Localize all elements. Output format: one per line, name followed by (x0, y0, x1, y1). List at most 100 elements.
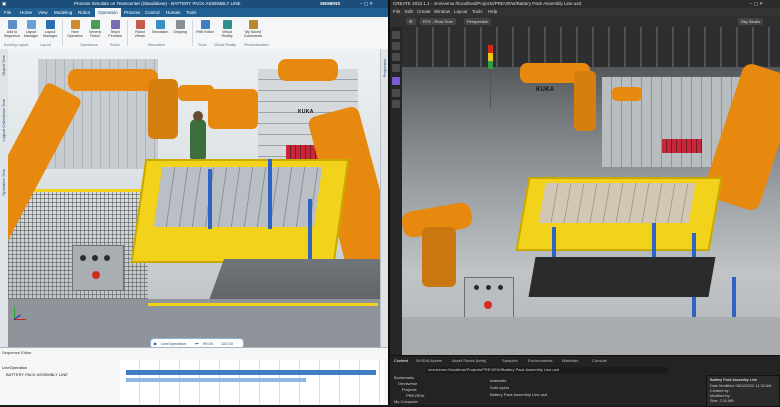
select-tool-icon[interactable] (392, 31, 400, 39)
signal-pole (490, 69, 491, 109)
file-item[interactable]: Battery Pack Assembly Line.usd (490, 392, 547, 397)
modified-by: Modified by: (710, 394, 731, 398)
tab-robot[interactable]: Robot (78, 10, 90, 15)
operation-tree-tab[interactable]: Operation Tree (1, 169, 6, 196)
kuka-robot-base (574, 71, 596, 131)
tree-item[interactable]: Projects (402, 387, 416, 392)
kuka-logo: KUKA (298, 109, 314, 115)
add-to-sequence-button[interactable]: Add to Sequence (3, 20, 21, 38)
scale-tool-icon[interactable] (392, 64, 400, 72)
tab-human[interactable]: Human (166, 10, 181, 15)
folder-item[interactable]: materials (490, 378, 506, 383)
tab-home[interactable]: Home (20, 10, 32, 15)
path-field[interactable]: omniverse://localhost/Projects/PREVIEW/B… (426, 367, 668, 373)
ribbon-tabs: File Home View Modeling Robot Operation … (0, 8, 388, 17)
tab-console[interactable]: Console (592, 358, 607, 363)
tab-samples[interactable]: Samples (502, 358, 518, 363)
saved-commands-button[interactable]: My Saved Commands (240, 20, 266, 38)
tab-content[interactable]: Content (394, 358, 408, 363)
object-tree-tab[interactable]: Object Tree (1, 55, 6, 76)
play-icon[interactable] (392, 89, 400, 97)
tree-item[interactable]: Bookmarks (394, 375, 414, 380)
tab-file[interactable]: File (4, 10, 11, 15)
render-mode-dropdown[interactable]: RTX - Real-Time (420, 18, 456, 25)
ribbon-separator (127, 20, 128, 46)
rotate-tool-icon[interactable] (392, 53, 400, 61)
tab-tools[interactable]: Tools (186, 10, 197, 15)
gantt-bar[interactable] (126, 370, 376, 375)
current-operation-label: LineOperation (161, 341, 187, 346)
move-tool-icon[interactable] (392, 42, 400, 50)
tab-process[interactable]: Process (124, 10, 140, 15)
group-label: Existing Layout (4, 43, 29, 47)
properties-tab[interactable]: Properties (382, 59, 387, 77)
control-button (498, 285, 503, 290)
menu-help[interactable]: Help (488, 9, 497, 14)
kuka-robot-arm (208, 89, 258, 129)
process-simulate-window: ▣ Process Simulate on Teamcenter (Standa… (0, 0, 389, 405)
sequence-row[interactable]: BATTERY PACK ASSEMBLY LINE (6, 372, 68, 377)
group-label: Robot (110, 43, 120, 47)
gantt-chart[interactable] (120, 360, 384, 404)
settings-icon[interactable]: ⚙ (406, 18, 416, 25)
play-icon[interactable]: ▶ (154, 341, 157, 346)
ceiling-trusses (402, 27, 780, 67)
path-icon (200, 20, 210, 29)
window-controls[interactable]: – ▢ ✕ (360, 1, 373, 7)
robot-viewer-button[interactable]: Robot Viewer (131, 20, 149, 38)
tree-item[interactable]: Omniverse (398, 381, 417, 386)
menu-file[interactable]: File (393, 9, 400, 14)
menu-create[interactable]: Create (417, 9, 431, 14)
menu-window[interactable]: Window (434, 9, 450, 14)
menu-layout[interactable]: Layout (454, 9, 468, 14)
tree-item[interactable]: My Computer (394, 399, 418, 404)
right-title-bar: CREATE 2022.1.1 - omniverse://localhost/… (390, 0, 780, 8)
tab-materials[interactable]: Materials (562, 358, 578, 363)
folder-item[interactable]: SubLayers (490, 385, 509, 390)
simulation-button[interactable]: Simulation (151, 20, 169, 34)
teach-pendant-button[interactable]: Teach Pendant (106, 20, 124, 38)
window-controls[interactable]: – ▢ ✕ (750, 1, 763, 7)
menu-bar: File Edit Create Window Layout Tools Hel… (390, 8, 780, 16)
group-label: Virtual Reality (214, 43, 237, 47)
tab-control[interactable]: Control (145, 10, 160, 15)
lighting-dropdown[interactable]: Sky Studio (738, 18, 764, 25)
graphic-viewer[interactable]: KUKA KUKA (8, 49, 380, 347)
tab-view[interactable]: View (38, 10, 48, 15)
stop-icon[interactable] (392, 100, 400, 108)
menu-tools[interactable]: Tools (472, 9, 483, 14)
tab-nvidia-assets[interactable]: NVIDIA Assets (416, 358, 442, 363)
siemens-logo: SIEMENS (320, 1, 341, 6)
sequence-row[interactable]: LineOperation (2, 365, 27, 370)
path-editor-button[interactable]: Path Editor (196, 20, 214, 34)
menu-edit[interactable]: Edit (405, 9, 413, 14)
gripping-button[interactable]: Gripping (171, 20, 189, 34)
layout-manager-button[interactable]: Layout Manager (22, 20, 40, 38)
camera-dropdown[interactable]: Perspective (464, 18, 491, 25)
control-panel (72, 245, 124, 291)
star-icon (248, 20, 258, 29)
layout-manager-button-2[interactable]: Layout Manager (41, 20, 59, 38)
group-label: Layout (40, 43, 51, 47)
generic-robot-button[interactable]: Generic Robot (86, 20, 104, 38)
tab-environments[interactable]: Environments (528, 358, 552, 363)
tree-item[interactable]: PREVIEW (406, 393, 424, 398)
content-browser: Content NVIDIA Assets Asset Stores (beta… (390, 355, 780, 407)
tab-operation[interactable]: Operation (95, 8, 121, 17)
sequence-editor: Sequence Editor LineOperation BATTERY PA… (0, 347, 388, 405)
logical-collections-tab[interactable]: Logical Collections Tree (1, 99, 6, 141)
tab-asset-stores[interactable]: Asset Stores (beta) (452, 358, 486, 363)
virtual-reality-button[interactable]: Virtual Reality (216, 20, 238, 38)
new-operation-button[interactable]: New Operation (66, 20, 84, 38)
group-label: Simulation (148, 43, 165, 47)
group-label: Operations (80, 43, 98, 47)
battery-pack (153, 167, 323, 227)
signal-light-yellow (488, 53, 493, 61)
ribbon: Add to Sequence Layout Manager Layout Ma… (0, 17, 388, 50)
gantt-bar[interactable] (126, 378, 306, 382)
step-back-icon[interactable]: ⏮ (195, 341, 199, 346)
tab-modeling[interactable]: Modeling (54, 10, 72, 15)
rtx-viewport[interactable]: KUKA (402, 27, 780, 355)
snap-tool-icon[interactable] (392, 77, 400, 85)
date-modified: Date Modified: 08/12/2022 11:32 AM (710, 384, 772, 388)
